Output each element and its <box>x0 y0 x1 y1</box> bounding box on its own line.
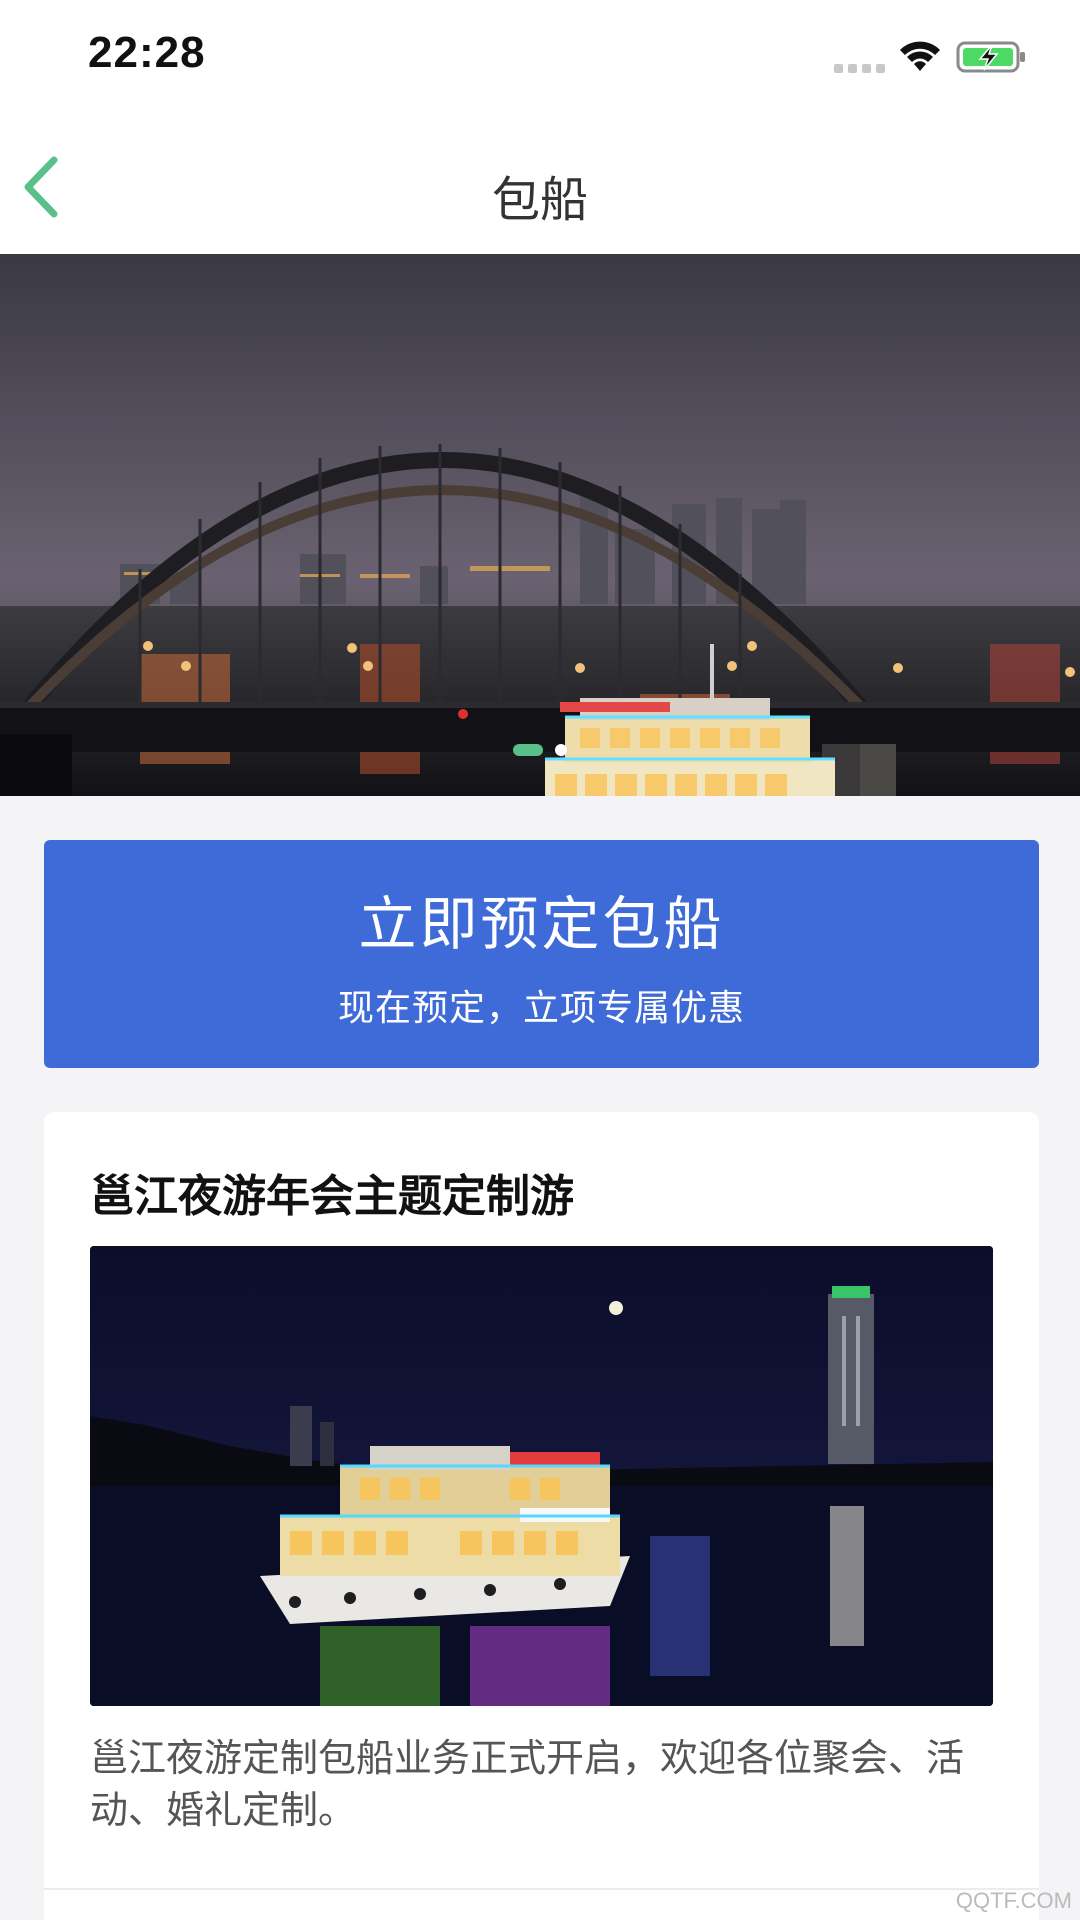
divider <box>44 1888 1039 1890</box>
cellular-signal-icon <box>834 64 885 73</box>
banner-carousel[interactable] <box>0 254 1080 796</box>
battery-charging-icon <box>956 41 1025 73</box>
carousel-indicator <box>0 744 1080 756</box>
carousel-dot[interactable] <box>555 744 567 756</box>
tour-card-image[interactable] <box>90 1246 993 1706</box>
book-boat-button[interactable]: 立即预定包船 现在预定，立项专属优惠 <box>44 840 1039 1068</box>
page-title: 包船 <box>491 172 588 228</box>
status-time: 22:28 <box>88 28 206 77</box>
status-bar: 22:28 <box>0 0 1080 110</box>
navigation-bar: 包船 <box>0 110 1080 254</box>
book-boat-subtitle: 现在预定，立项专属优惠 <box>337 988 745 1029</box>
book-boat-title: 立即预定包船 <box>358 890 725 958</box>
watermark: QQTF.COM <box>955 1888 1072 1913</box>
night-cruise-image <box>90 1246 993 1706</box>
banner-image-bridge-boat <box>0 254 1080 796</box>
tour-card-description: 邕江夜游定制包船业务正式开启，欢迎各位聚会、活动、婚礼定制。 <box>90 1736 965 1832</box>
tour-card-title: 邕江夜游年会主题定制游 <box>90 1171 574 1222</box>
carousel-dot-active[interactable] <box>513 744 543 756</box>
screen: 22:28 包船 立即预定包船 现在预定，立项专属优惠 邕江夜游年会主题定制游 … <box>0 0 1080 1920</box>
wifi-icon <box>900 41 940 71</box>
tour-card[interactable]: 邕江夜游年会主题定制游 邕江夜游定制包船业务正式开启，欢迎各位聚会、活动、婚礼定… <box>44 1112 1039 1920</box>
